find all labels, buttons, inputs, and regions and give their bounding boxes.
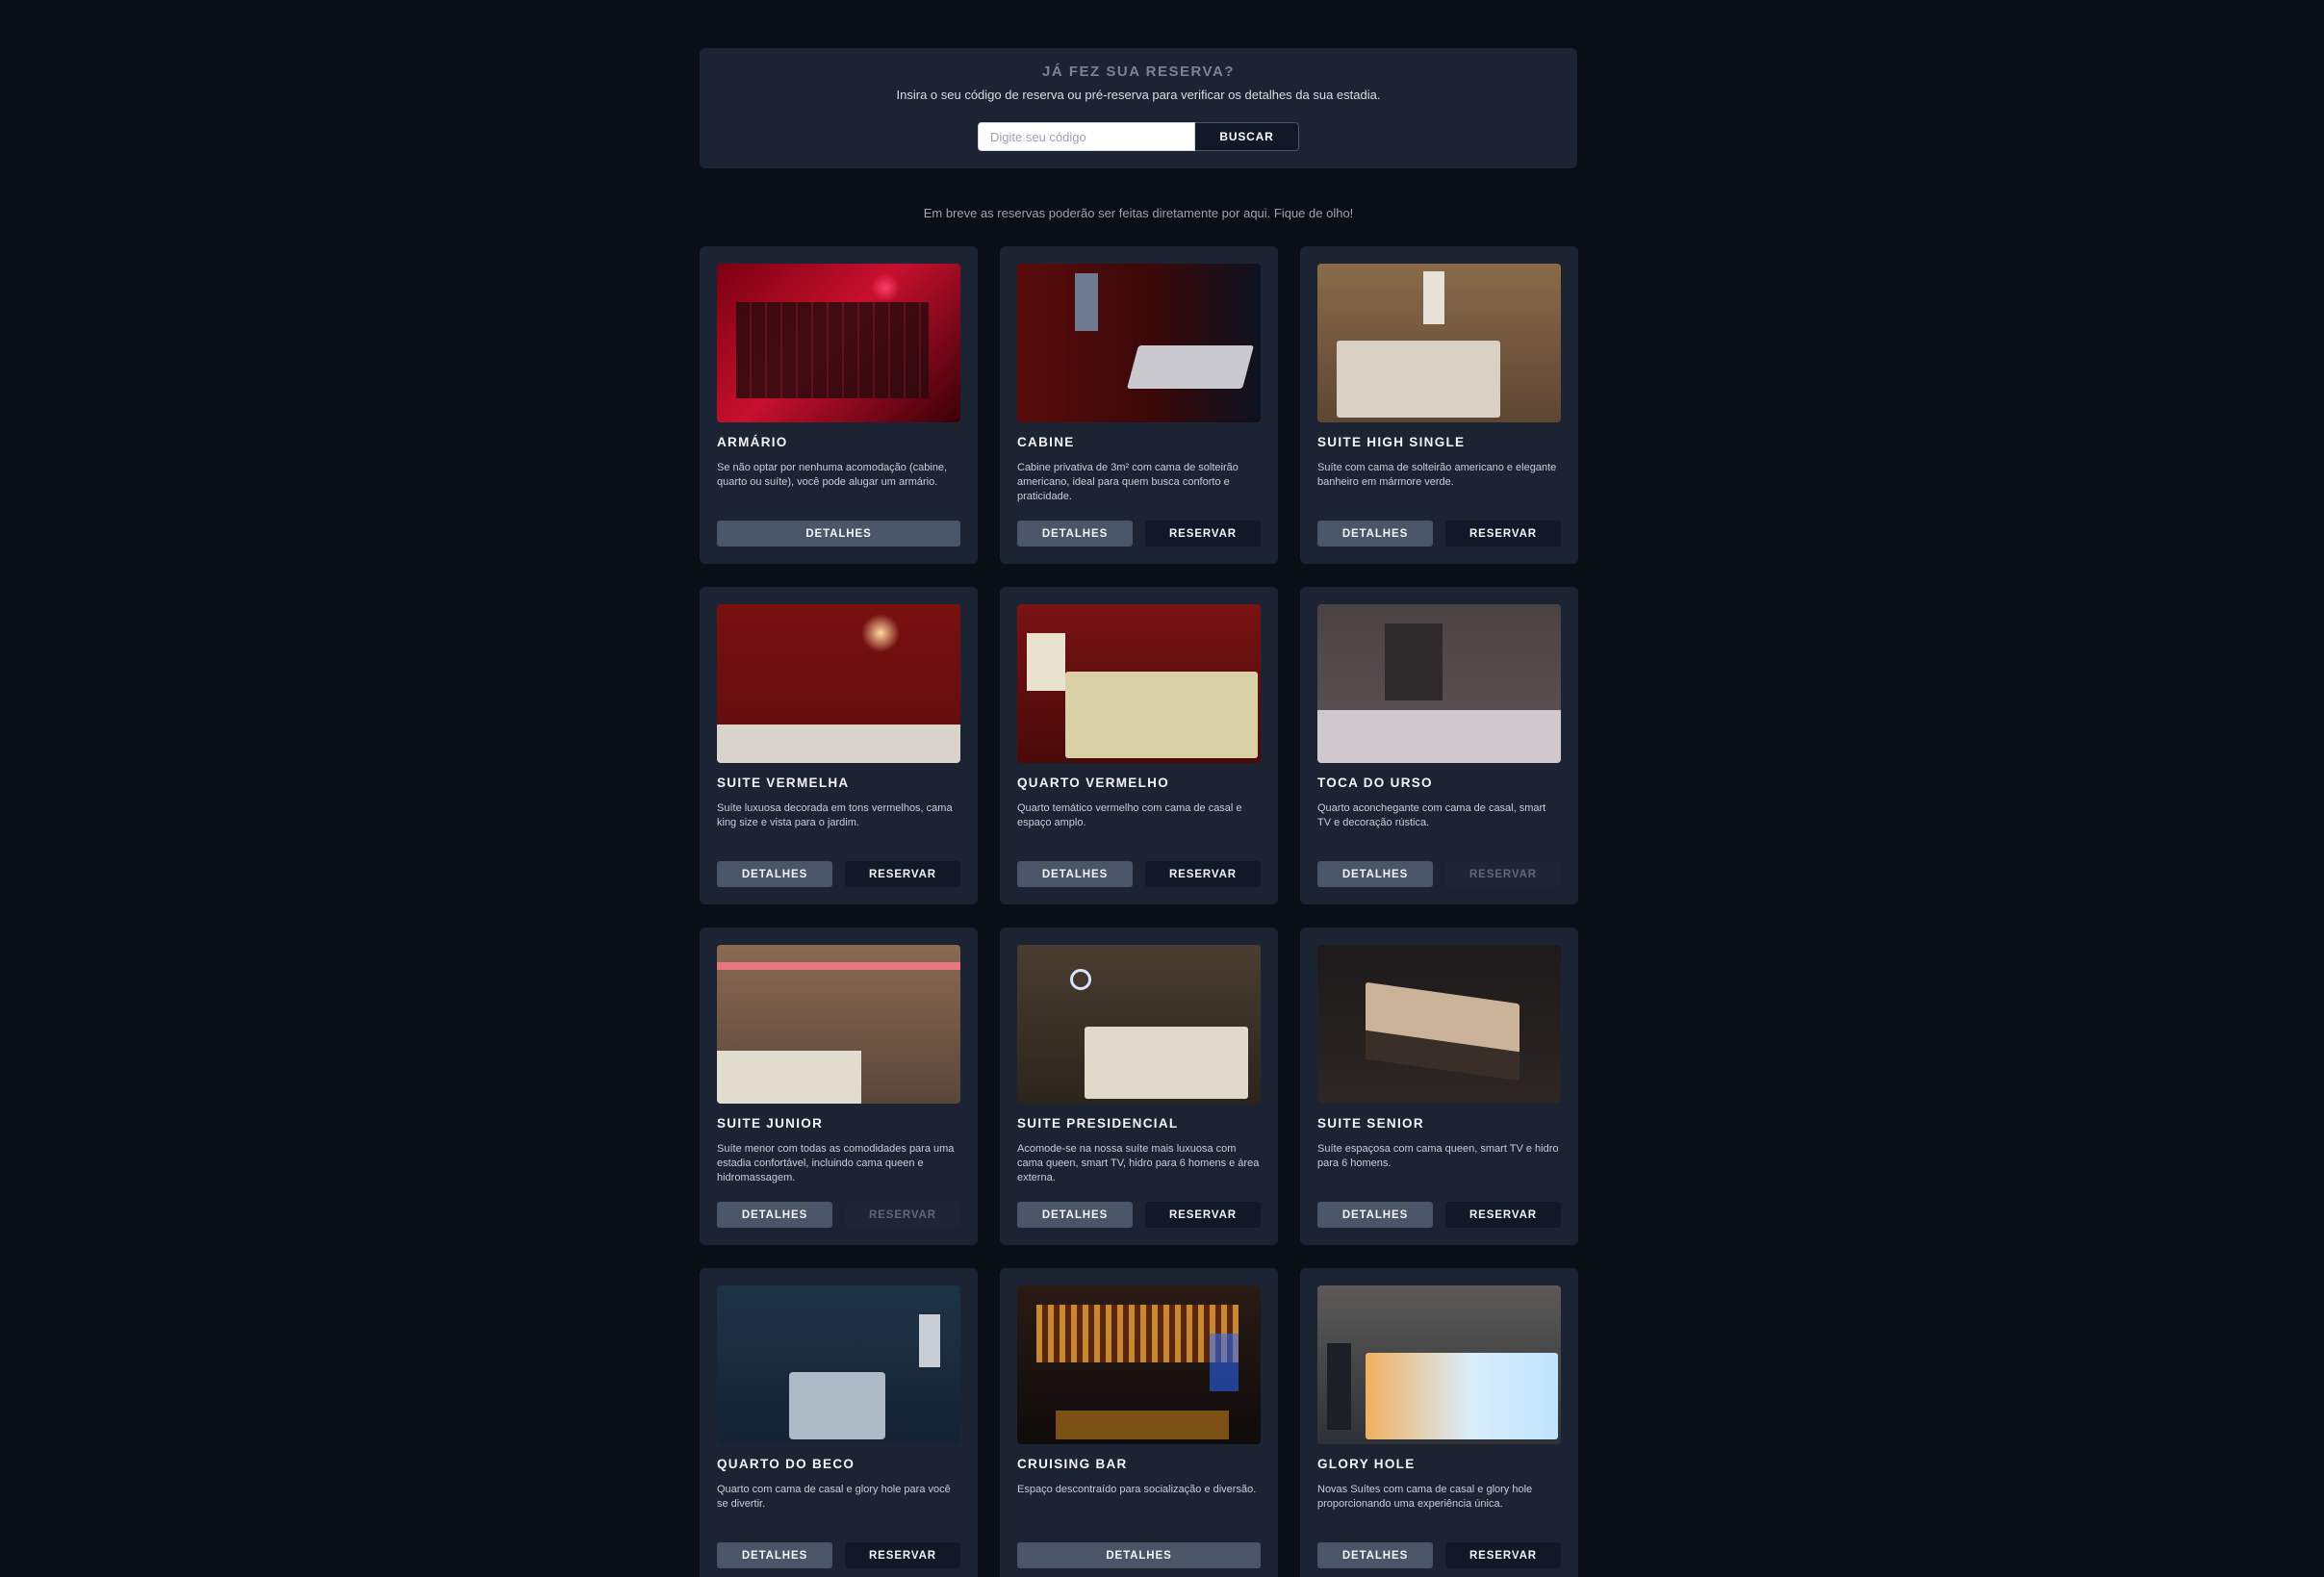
room-photo [1017, 1285, 1261, 1444]
details-button[interactable]: DETALHES [717, 861, 832, 887]
room-card-toca-do-urso: TOCA DO URSO Quarto aconchegante com cam… [1300, 587, 1578, 904]
room-description: Suíte espaçosa com cama queen, smart TV … [1317, 1143, 1559, 1169]
room-description: Suíte com cama de solteirão americano e … [1317, 462, 1557, 488]
details-button[interactable]: DETALHES [1317, 861, 1433, 887]
room-card-suite-senior: SUITE SENIOR Suíte espaçosa com cama que… [1300, 928, 1578, 1245]
room-description: Suíte luxuosa decorada em tons vermelhos… [717, 802, 953, 828]
reservation-code-input[interactable] [978, 122, 1195, 151]
room-title: TOCA DO URSO [1317, 776, 1433, 790]
room-description: Espaço descontraído para socialização e … [1017, 1484, 1257, 1495]
room-actions: DETALHES RESERVAR [717, 1542, 960, 1568]
room-card-suite-presidencial: SUITE PRESIDENCIAL Acomode-se na nossa s… [1000, 928, 1278, 1245]
room-actions: DETALHES RESERVAR [1317, 1542, 1561, 1568]
room-photo [717, 1285, 960, 1444]
room-card-suite-junior: SUITE JUNIOR Suíte menor com todas as co… [700, 928, 978, 1245]
room-photo [1317, 604, 1561, 763]
room-card-quarto-vermelho: QUARTO VERMELHO Quarto temático vermelho… [1000, 587, 1278, 904]
room-actions: DETALHES [717, 521, 960, 547]
room-actions: DETALHES RESERVAR [717, 861, 960, 887]
room-title: QUARTO VERMELHO [1017, 776, 1170, 790]
details-button[interactable]: DETALHES [717, 521, 960, 547]
room-title: GLORY HOLE [1317, 1457, 1416, 1471]
details-button[interactable]: DETALHES [1017, 521, 1133, 547]
room-photo [717, 604, 960, 763]
details-button[interactable]: DETALHES [717, 1542, 832, 1568]
room-description: Quarto aconchegante com cama de casal, s… [1317, 802, 1546, 828]
room-actions: DETALHES RESERVAR [1317, 1202, 1561, 1228]
room-photo [1017, 945, 1261, 1104]
search-button[interactable]: BUSCAR [1195, 122, 1299, 151]
room-title: SUITE JUNIOR [717, 1116, 824, 1131]
room-title: CABINE [1017, 435, 1075, 449]
reserve-button[interactable]: RESERVAR [1445, 521, 1561, 547]
room-card-quarto-do-beco: QUARTO DO BECO Quarto com cama de casal … [700, 1268, 978, 1577]
room-actions: DETALHES RESERVAR [1017, 861, 1261, 887]
room-title: SUITE PRESIDENCIAL [1017, 1116, 1179, 1131]
reserve-button-disabled: RESERVAR [1445, 861, 1561, 887]
room-title: SUITE VERMELHA [717, 776, 850, 790]
room-photo [1017, 264, 1261, 422]
reserve-button[interactable]: RESERVAR [845, 1542, 960, 1568]
room-card-suite-vermelha: SUITE VERMELHA Suíte luxuosa decorada em… [700, 587, 978, 904]
room-description: Quarto com cama de casal e glory hole pa… [717, 1484, 951, 1510]
details-button[interactable]: DETALHES [1317, 1202, 1433, 1228]
room-title: CRUISING BAR [1017, 1457, 1128, 1471]
room-card-armario: ARMÁRIO Se não optar por nenhuma acomoda… [700, 246, 978, 564]
reserve-button[interactable]: RESERVAR [1445, 1202, 1561, 1228]
room-photo [717, 264, 960, 422]
lookup-title: JÁ FEZ SUA RESERVA? [1042, 64, 1235, 80]
reserve-button[interactable]: RESERVAR [1145, 861, 1261, 887]
room-photo [1317, 1285, 1561, 1444]
room-title: ARMÁRIO [717, 435, 788, 449]
room-actions: DETALHES RESERVAR [717, 1202, 960, 1228]
room-photo [1317, 264, 1561, 422]
details-button[interactable]: DETALHES [1317, 1542, 1433, 1568]
room-actions: DETALHES [1017, 1542, 1261, 1568]
room-card-suite-high-single: SUITE HIGH SINGLE Suíte com cama de solt… [1300, 246, 1578, 564]
room-actions: DETALHES RESERVAR [1017, 521, 1261, 547]
room-photo [717, 945, 960, 1104]
room-description: Acomode-se na nossa suíte mais luxuosa c… [1017, 1143, 1260, 1183]
reserve-button-disabled: RESERVAR [845, 1202, 960, 1228]
details-button[interactable]: DETALHES [1317, 521, 1433, 547]
reserve-button[interactable]: RESERVAR [1445, 1542, 1561, 1568]
room-photo [1017, 604, 1261, 763]
room-actions: DETALHES RESERVAR [1317, 861, 1561, 887]
reserve-button[interactable]: RESERVAR [1145, 521, 1261, 547]
room-card-cabine: CABINE Cabine privativa de 3m² com cama … [1000, 246, 1278, 564]
reserve-button[interactable]: RESERVAR [845, 861, 960, 887]
room-card-cruising-bar: CRUISING BAR Espaço descontraído para so… [1000, 1268, 1278, 1577]
lookup-subtitle: Insira o seu código de reserva ou pré-re… [896, 88, 1381, 102]
room-actions: DETALHES RESERVAR [1317, 521, 1561, 547]
details-button[interactable]: DETALHES [1017, 1542, 1261, 1568]
booking-notice: Em breve as reservas poderão ser feitas … [923, 206, 1354, 220]
lookup-form: BUSCAR [700, 122, 1577, 151]
reservation-lookup-panel: JÁ FEZ SUA RESERVA? Insira o seu código … [700, 48, 1577, 168]
room-actions: DETALHES RESERVAR [1017, 1202, 1261, 1228]
room-description: Se não optar por nenhuma acomodação (cab… [717, 462, 948, 488]
room-description: Cabine privativa de 3m² com cama de solt… [1017, 462, 1239, 502]
page-container: JÁ FEZ SUA RESERVA? Insira o seu código … [700, 48, 1578, 1577]
details-button[interactable]: DETALHES [1017, 861, 1133, 887]
room-grid: ARMÁRIO Se não optar por nenhuma acomoda… [700, 246, 1578, 1577]
details-button[interactable]: DETALHES [1017, 1202, 1133, 1228]
room-title: SUITE SENIOR [1317, 1116, 1424, 1131]
room-description: Quarto temático vermelho com cama de cas… [1017, 802, 1242, 828]
room-card-glory-hole: GLORY HOLE Novas Suítes com cama de casa… [1300, 1268, 1578, 1577]
room-title: SUITE HIGH SINGLE [1317, 435, 1466, 449]
reserve-button[interactable]: RESERVAR [1145, 1202, 1261, 1228]
room-photo [1317, 945, 1561, 1104]
details-button[interactable]: DETALHES [717, 1202, 832, 1228]
room-title: QUARTO DO BECO [717, 1457, 856, 1471]
room-description: Suíte menor com todas as comodidades par… [717, 1143, 955, 1183]
room-description: Novas Suítes com cama de casal e glory h… [1317, 1484, 1533, 1510]
